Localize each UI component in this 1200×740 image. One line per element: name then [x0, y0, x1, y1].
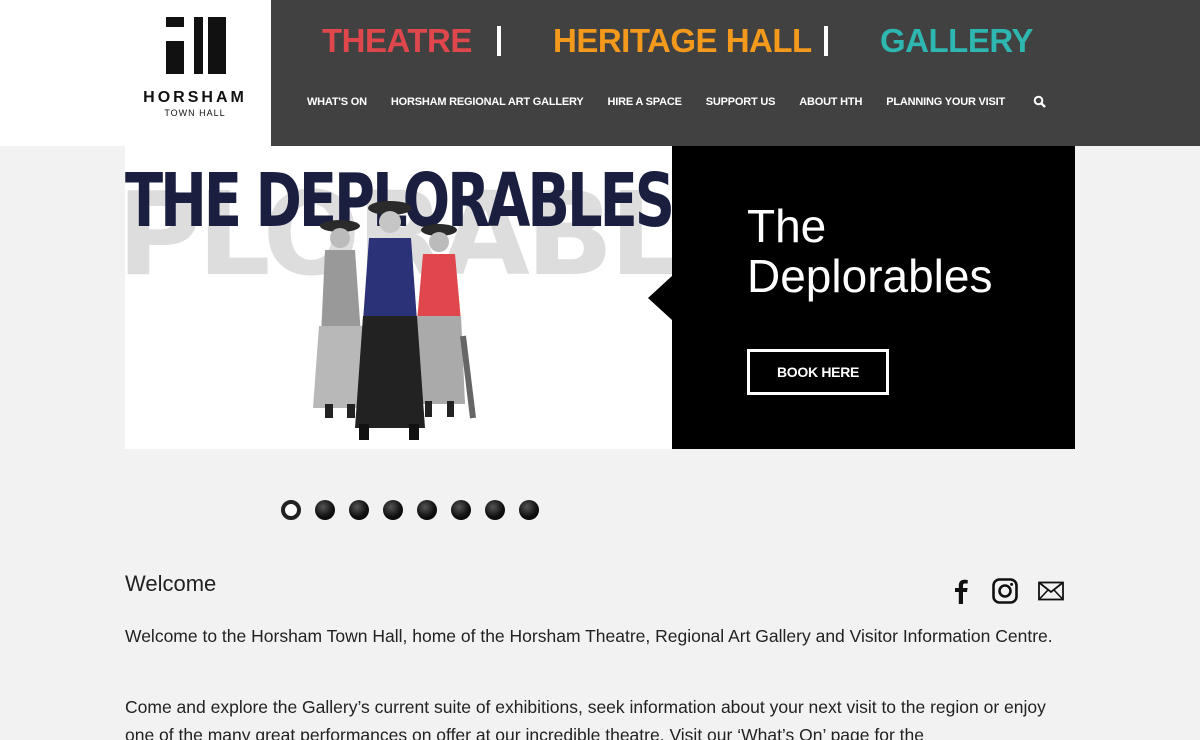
main-nav: WHAT'S ON HORSHAM REGIONAL ART GALLERY H…: [307, 95, 1049, 109]
facebook-icon[interactable]: [950, 578, 972, 609]
venue-link-heritage-hall[interactable]: HERITAGE HALL: [553, 22, 812, 60]
logo-subtitle: TOWN HALL: [164, 108, 226, 118]
carousel-dot[interactable]: [383, 500, 403, 520]
instagram-icon[interactable]: [992, 578, 1018, 609]
nav-item-support-us[interactable]: SUPPORT US: [706, 96, 776, 108]
hero-title[interactable]: The Deplorables: [747, 201, 1067, 301]
search-icon[interactable]: [1033, 95, 1049, 109]
nav-item-art-gallery[interactable]: HORSHAM REGIONAL ART GALLERY: [391, 96, 584, 108]
welcome-paragraph-1: Welcome to the Horsham Town Hall, home o…: [125, 626, 1053, 646]
welcome-heading: Welcome: [125, 571, 217, 596]
logo-mark-icon: [166, 17, 226, 74]
email-icon[interactable]: [1038, 581, 1064, 606]
nav-item-whats-on[interactable]: WHAT'S ON: [307, 96, 367, 108]
hero-caption-panel: The Deplorables BOOK HERE: [672, 146, 1075, 449]
book-here-button[interactable]: BOOK HERE: [747, 349, 889, 395]
carousel-dot[interactable]: [315, 500, 335, 520]
logo[interactable]: HORSHAM TOWN HALL: [0, 0, 271, 146]
carousel-dot[interactable]: [519, 500, 539, 520]
hero-panel-pointer: [648, 276, 672, 320]
welcome-paragraph-2: Come and explore the Gallery’s current s…: [125, 697, 1046, 740]
carousel-dot[interactable]: [485, 500, 505, 520]
hero-image-text: THE DEPLORABLES: [125, 158, 672, 244]
venue-link-gallery[interactable]: GALLERY: [880, 22, 1033, 60]
hero-image[interactable]: EPLORABLE THE DEPLORABLES: [125, 146, 672, 449]
venue-separator: [824, 26, 828, 56]
carousel-dot[interactable]: [349, 500, 369, 520]
venue-separator: [497, 26, 501, 56]
logo-name: HORSHAM: [143, 89, 247, 106]
carousel-dot[interactable]: [417, 500, 437, 520]
header-bar: THEATRE HERITAGE HALL GALLERY WHAT'S ON …: [271, 0, 1200, 146]
social-links: [950, 578, 1064, 609]
hero-slider: EPLORABLE THE DEPLORABLES: [125, 146, 1075, 449]
nav-item-planning-visit[interactable]: PLANNING YOUR VISIT: [886, 96, 1005, 108]
venue-link-theatre[interactable]: THEATRE: [322, 22, 472, 60]
carousel-dot[interactable]: [281, 500, 301, 520]
nav-item-about[interactable]: ABOUT HTH: [799, 96, 862, 108]
carousel-pagination: [281, 500, 539, 520]
carousel-dot[interactable]: [451, 500, 471, 520]
nav-item-hire-a-space[interactable]: HIRE A SPACE: [608, 96, 682, 108]
